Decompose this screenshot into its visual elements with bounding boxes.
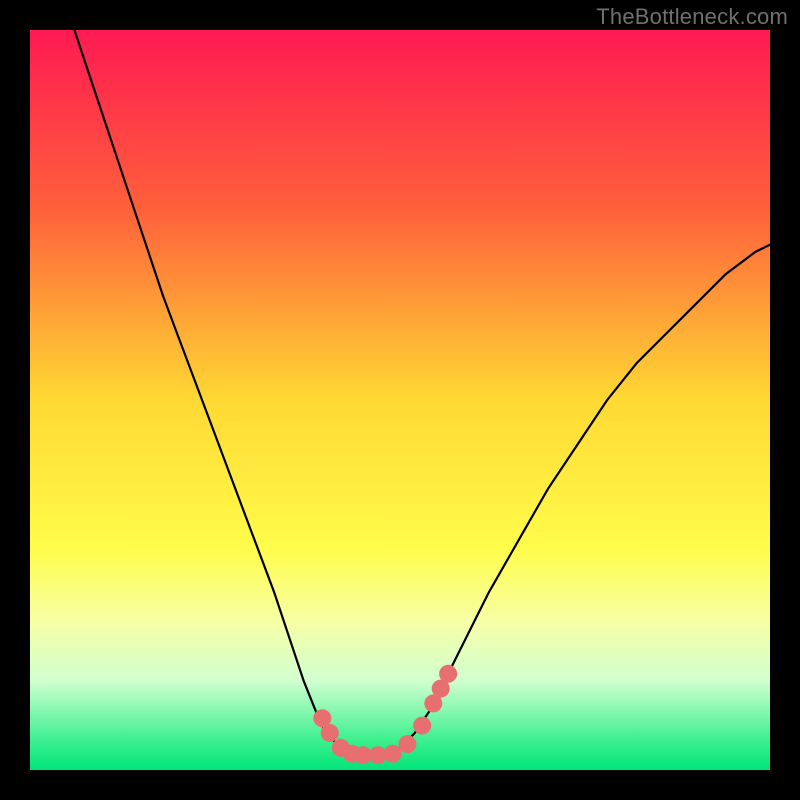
- watermark-text: TheBottleneck.com: [596, 4, 788, 30]
- optimal-marker: [413, 717, 431, 735]
- optimal-marker: [384, 745, 402, 763]
- optimal-marker: [398, 735, 416, 753]
- bottleneck-chart: [30, 30, 770, 770]
- optimal-marker: [439, 665, 457, 683]
- chart-plot-area: [30, 30, 770, 770]
- optimal-marker: [321, 724, 339, 742]
- gradient-background: [30, 30, 770, 770]
